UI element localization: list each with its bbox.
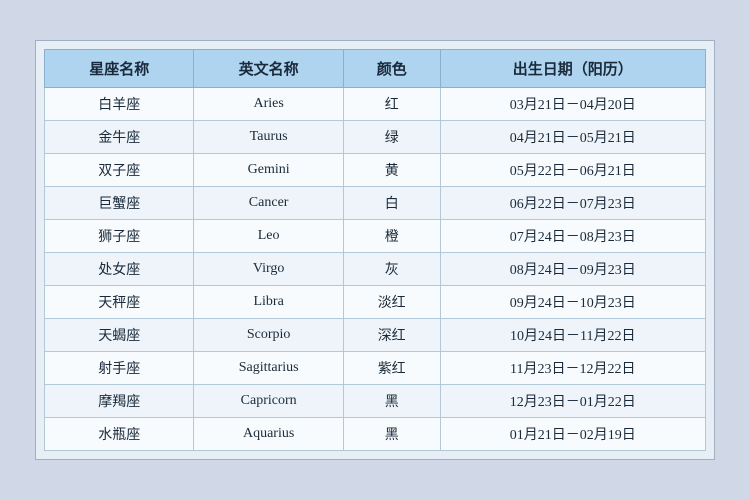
cell-color: 绿 (343, 121, 440, 154)
cell-chinese-name: 狮子座 (45, 220, 194, 253)
cell-chinese-name: 水瓶座 (45, 418, 194, 451)
cell-dates: 04月21日－05月21日 (440, 121, 705, 154)
cell-english-name: Aquarius (194, 418, 343, 451)
cell-dates: 09月24日－10月23日 (440, 286, 705, 319)
table-row: 双子座Gemini黄05月22日－06月21日 (45, 154, 706, 187)
cell-color: 黑 (343, 418, 440, 451)
cell-dates: 06月22日－07月23日 (440, 187, 705, 220)
cell-color: 深红 (343, 319, 440, 352)
cell-color: 黑 (343, 385, 440, 418)
cell-english-name: Leo (194, 220, 343, 253)
table-row: 水瓶座Aquarius黑01月21日－02月19日 (45, 418, 706, 451)
table-row: 白羊座Aries红03月21日－04月20日 (45, 88, 706, 121)
table-header-row: 星座名称 英文名称 颜色 出生日期（阳历） (45, 50, 706, 88)
cell-english-name: Capricorn (194, 385, 343, 418)
cell-english-name: Libra (194, 286, 343, 319)
cell-dates: 10月24日－11月22日 (440, 319, 705, 352)
cell-english-name: Cancer (194, 187, 343, 220)
header-chinese-name: 星座名称 (45, 50, 194, 88)
cell-english-name: Aries (194, 88, 343, 121)
header-color: 颜色 (343, 50, 440, 88)
cell-chinese-name: 摩羯座 (45, 385, 194, 418)
cell-chinese-name: 处女座 (45, 253, 194, 286)
cell-chinese-name: 金牛座 (45, 121, 194, 154)
cell-chinese-name: 双子座 (45, 154, 194, 187)
cell-color: 紫红 (343, 352, 440, 385)
cell-chinese-name: 天秤座 (45, 286, 194, 319)
table-row: 摩羯座Capricorn黑12月23日－01月22日 (45, 385, 706, 418)
table-row: 天蝎座Scorpio深红10月24日－11月22日 (45, 319, 706, 352)
cell-english-name: Scorpio (194, 319, 343, 352)
table-row: 巨蟹座Cancer白06月22日－07月23日 (45, 187, 706, 220)
table-body: 白羊座Aries红03月21日－04月20日金牛座Taurus绿04月21日－0… (45, 88, 706, 451)
cell-dates: 03月21日－04月20日 (440, 88, 705, 121)
cell-dates: 11月23日－12月22日 (440, 352, 705, 385)
cell-dates: 05月22日－06月21日 (440, 154, 705, 187)
table-row: 金牛座Taurus绿04月21日－05月21日 (45, 121, 706, 154)
header-dates: 出生日期（阳历） (440, 50, 705, 88)
cell-color: 灰 (343, 253, 440, 286)
cell-chinese-name: 白羊座 (45, 88, 194, 121)
cell-english-name: Gemini (194, 154, 343, 187)
cell-chinese-name: 巨蟹座 (45, 187, 194, 220)
header-english-name: 英文名称 (194, 50, 343, 88)
cell-english-name: Virgo (194, 253, 343, 286)
cell-color: 黄 (343, 154, 440, 187)
table-row: 天秤座Libra淡红09月24日－10月23日 (45, 286, 706, 319)
cell-color: 淡红 (343, 286, 440, 319)
cell-chinese-name: 射手座 (45, 352, 194, 385)
zodiac-table: 星座名称 英文名称 颜色 出生日期（阳历） 白羊座Aries红03月21日－04… (44, 49, 706, 451)
cell-dates: 01月21日－02月19日 (440, 418, 705, 451)
cell-dates: 12月23日－01月22日 (440, 385, 705, 418)
cell-color: 红 (343, 88, 440, 121)
table-row: 狮子座Leo橙07月24日－08月23日 (45, 220, 706, 253)
table-row: 处女座Virgo灰08月24日－09月23日 (45, 253, 706, 286)
zodiac-table-container: 星座名称 英文名称 颜色 出生日期（阳历） 白羊座Aries红03月21日－04… (35, 40, 715, 460)
cell-color: 橙 (343, 220, 440, 253)
table-row: 射手座Sagittarius紫红11月23日－12月22日 (45, 352, 706, 385)
cell-english-name: Sagittarius (194, 352, 343, 385)
cell-dates: 08月24日－09月23日 (440, 253, 705, 286)
cell-english-name: Taurus (194, 121, 343, 154)
cell-chinese-name: 天蝎座 (45, 319, 194, 352)
cell-color: 白 (343, 187, 440, 220)
cell-dates: 07月24日－08月23日 (440, 220, 705, 253)
